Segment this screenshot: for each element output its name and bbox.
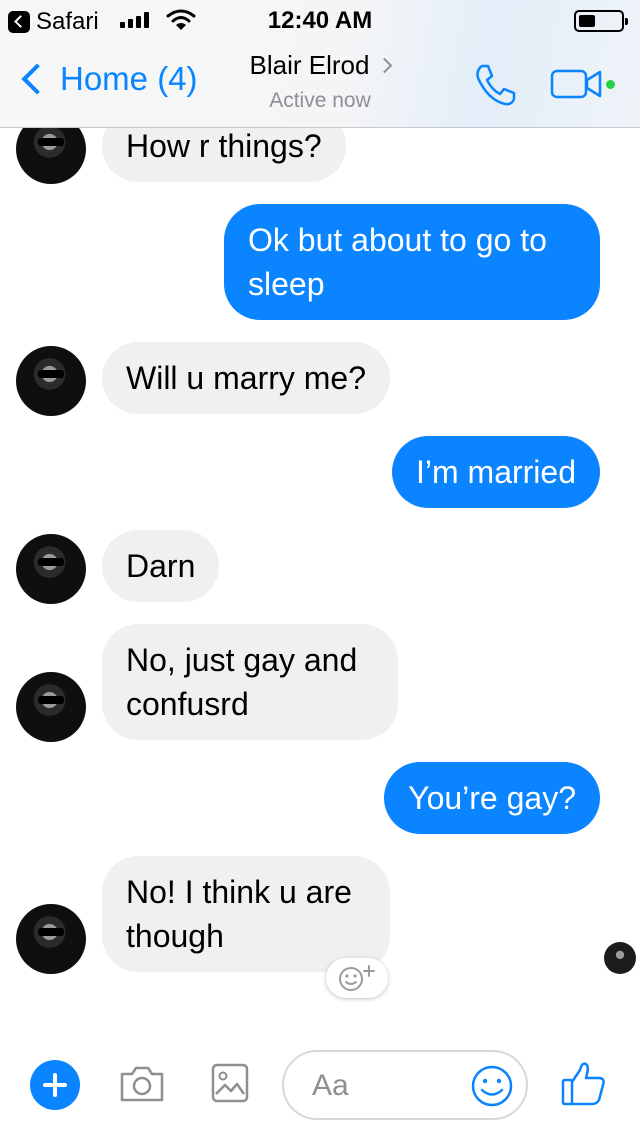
message-outgoing[interactable]: I’m married: [391, 436, 600, 508]
message-composer: Aa: [0, 1020, 640, 1136]
status-time: 12:40 AM: [267, 7, 373, 34]
message-incoming[interactable]: No, just gay and confusrd: [102, 624, 398, 740]
message-input-placeholder: Aa: [312, 1069, 349, 1102]
contact-header[interactable]: Blair Elrod Active now: [0, 50, 640, 113]
avatar[interactable]: [16, 128, 86, 184]
message-thread[interactable]: How r things? Ok but about to go to slee…: [0, 128, 640, 1020]
avatar[interactable]: [16, 904, 86, 974]
image-icon[interactable]: [210, 1062, 250, 1104]
seen-indicator-avatar: [604, 942, 636, 974]
message-incoming[interactable]: Darn: [102, 530, 220, 602]
message-incoming[interactable]: No! I think u are though: [102, 856, 390, 972]
chevron-right-icon: [377, 57, 393, 74]
message-incoming[interactable]: How r things?: [102, 128, 346, 182]
contact-status: Active now: [269, 89, 371, 112]
video-camera-icon[interactable]: [550, 68, 604, 100]
message-incoming[interactable]: Will u marry me?: [102, 342, 391, 414]
phone-icon[interactable]: [472, 62, 518, 108]
avatar[interactable]: [16, 534, 86, 604]
top-bar: Safari 12:40 AM Home (4) Blair Elrod Act…: [0, 0, 640, 128]
smiley-icon[interactable]: [470, 1064, 514, 1108]
add-reaction-button[interactable]: [326, 958, 388, 998]
battery-icon: [574, 10, 628, 32]
message-input[interactable]: Aa: [282, 1050, 528, 1120]
online-indicator: [606, 80, 615, 89]
status-bar: Safari 12:40 AM: [0, 0, 640, 40]
avatar[interactable]: [16, 672, 86, 742]
plus-icon[interactable]: [30, 1060, 80, 1110]
camera-icon[interactable]: [118, 1064, 166, 1104]
avatar[interactable]: [16, 346, 86, 416]
contact-name: Blair Elrod: [249, 50, 370, 80]
add-reaction-icon: [339, 965, 375, 991]
message-outgoing[interactable]: Ok but about to go to sleep: [224, 204, 600, 320]
message-outgoing[interactable]: You’re gay?: [384, 762, 600, 834]
thumbs-up-icon[interactable]: [560, 1060, 608, 1108]
